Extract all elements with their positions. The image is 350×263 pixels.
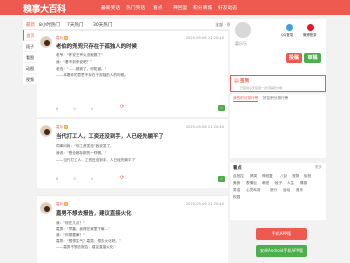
post-button[interactable]: 投稿 bbox=[286, 53, 302, 63]
hot-tag[interactable]: 运动 bbox=[283, 188, 290, 193]
nav-shop[interactable]: 积分商城 bbox=[193, 4, 212, 11]
post-card: 嘉乐 V 2025-09-06 21:20:40 嘉男不想去报告，建议直接火化 … bbox=[37, 195, 228, 263]
post-line: 我：“看不到来说吧？” bbox=[56, 60, 93, 64]
left-nav: 首页 段子 看图 动图 视频 bbox=[23, 30, 37, 85]
hot-tag[interactable]: 段子 bbox=[275, 181, 282, 186]
leftnav-gifs[interactable]: 动图 bbox=[23, 63, 37, 74]
hot-tag[interactable]: 人生 bbox=[287, 181, 294, 186]
leftnav-duanzi[interactable]: 段子 bbox=[23, 41, 37, 52]
hot-tag[interactable]: 心灵鸡汤 bbox=[246, 188, 260, 193]
post-time: 2025-09-06 21:20:40 bbox=[185, 202, 224, 206]
hot-tag[interactable]: 笑话 bbox=[233, 188, 240, 193]
hot-tag[interactable]: 美食 bbox=[233, 181, 240, 186]
post-line: 我：“你想要嘛？” bbox=[56, 233, 85, 237]
weibo-icon[interactable] bbox=[307, 24, 314, 31]
vip-badge: V bbox=[64, 125, 69, 129]
sub-tabs-bar: 最新 8小时热门 7天热门 30天热门 全部 · 积分规则 bbox=[23, 19, 251, 30]
post-time: 2025-09-06 21:20:40 bbox=[185, 36, 224, 40]
tab-latest[interactable]: 最新 bbox=[26, 22, 35, 28]
avatar[interactable] bbox=[40, 36, 52, 48]
hot-tag[interactable]: 街拍 bbox=[304, 174, 311, 179]
weibo-login-label[interactable]: 微博登录 bbox=[303, 32, 317, 37]
hot-tag[interactable]: 神回复 bbox=[262, 174, 273, 179]
tab-30d[interactable]: 30天热门 bbox=[93, 22, 112, 28]
post-line: 我说：“是全都存那的一样情。” bbox=[56, 151, 107, 155]
leftnav-videos[interactable]: 视频 bbox=[23, 74, 37, 85]
post-title[interactable]: 嘉男不想去报告，建议直接火化 bbox=[56, 209, 131, 217]
nav-kandian[interactable]: 看点 bbox=[153, 4, 163, 11]
sign-subtitle: 已签到今天签到一次可得积分哦 bbox=[240, 86, 283, 90]
sign-title: 签到 bbox=[240, 79, 250, 84]
hot-tag[interactable]: 音乐 bbox=[296, 188, 303, 193]
post-line: 老伯：“……那我了，你知道。” bbox=[56, 67, 107, 71]
post-line: 嘉男：“早晨，我得在家里干嘛…” bbox=[56, 227, 111, 231]
hot-tag[interactable]: 自拍控 bbox=[233, 174, 244, 179]
avatar[interactable] bbox=[40, 202, 52, 214]
tab-8h[interactable]: 8小时热门 bbox=[39, 22, 60, 28]
hot-tag[interactable]: 表情包 bbox=[246, 181, 257, 186]
ranking-panel: 我的积分排行榜 好友积分排行榜 bbox=[230, 94, 326, 158]
post-time: 2025-09-06 21:20:40 bbox=[185, 125, 224, 129]
hot-tag[interactable]: 宠物 bbox=[292, 174, 299, 179]
default-avatar[interactable] bbox=[235, 22, 251, 38]
comment-count[interactable]: 0 bbox=[91, 177, 93, 181]
hot-tag[interactable]: 旅行 bbox=[270, 188, 277, 193]
tab-friend-ranking[interactable]: 好友积分排行榜 bbox=[263, 96, 288, 101]
hot-tag[interactable]: 萌宠 bbox=[262, 181, 269, 186]
post-card: 嘉乐 V 2025-09-06 21:20:40 当代打工人，工资还没到手，人已… bbox=[37, 118, 228, 188]
post-line: ——当代打工人，工资还没到手，人已经先躺平了 bbox=[56, 158, 136, 162]
post-username[interactable]: 嘉乐 bbox=[56, 202, 63, 207]
sign-in-box[interactable]: ▤ 签到 已签到今天签到一次可得积分哦 bbox=[230, 75, 326, 92]
avatar[interactable] bbox=[40, 125, 52, 137]
collect-button[interactable]: ✓ bbox=[218, 105, 225, 111]
post-title[interactable]: 老伯的兜兜只存在于孤独人的时候 bbox=[56, 42, 137, 50]
review-button[interactable]: 审稿 bbox=[304, 53, 321, 63]
vip-badge: V bbox=[64, 202, 69, 206]
qq-icon[interactable] bbox=[286, 24, 293, 31]
collect-button[interactable]: ✓ bbox=[218, 176, 225, 182]
like-count[interactable]: 6 bbox=[56, 177, 58, 181]
share-icon[interactable]: ⟳ bbox=[120, 175, 124, 181]
nav-shenhuifu[interactable]: 神回复 bbox=[173, 4, 187, 11]
download-phone-button[interactable]: 手机APP版 bbox=[256, 228, 307, 240]
hot-tag[interactable]: 情感 bbox=[300, 181, 307, 186]
post-line: 同事问我：“你工资发没”我说发了。 bbox=[56, 144, 114, 148]
post-line: ——本着你的意思不存在于孤独的人的时候。 bbox=[56, 73, 128, 77]
dislike-count[interactable]: 0 bbox=[73, 177, 75, 181]
hot-tag[interactable]: 搞笑 bbox=[250, 174, 257, 179]
post-footer: 6 0 0 bbox=[56, 177, 107, 181]
post-username[interactable]: 嘉乐 bbox=[56, 125, 63, 130]
post-footer: 6 0 0 bbox=[56, 107, 107, 111]
post-card: 嘉乐 V 2025-09-06 21:20:40 老伯的兜兜只存在于孤独人的时候… bbox=[37, 30, 228, 117]
qq-login-label[interactable]: QQ登录 bbox=[281, 32, 293, 37]
tab-7d[interactable]: 7天热门 bbox=[67, 22, 83, 28]
nav-friends[interactable]: 好友动态 bbox=[218, 4, 237, 11]
dislike-count[interactable]: 0 bbox=[73, 107, 75, 111]
like-count[interactable]: 6 bbox=[56, 107, 58, 111]
nav-hot[interactable]: 热门笑话 bbox=[126, 4, 145, 11]
leftnav-home[interactable]: 首页 bbox=[23, 30, 37, 41]
nav-latest[interactable]: 最新笑话 bbox=[101, 4, 120, 11]
post-title[interactable]: 当代打工人，工资还没到手，人已经先躺平了 bbox=[56, 132, 164, 140]
leftnav-pics[interactable]: 看图 bbox=[23, 52, 37, 63]
calendar-icon: ▤ bbox=[234, 78, 239, 84]
post-username[interactable]: 嘉乐 bbox=[56, 36, 63, 41]
post-line: 老爷：“怀说王爷火没就赛了” bbox=[56, 53, 103, 57]
hot-title: 看点 bbox=[233, 166, 242, 171]
tab-my-ranking[interactable]: 我的积分排行榜 bbox=[233, 96, 259, 102]
site-logo[interactable]: 糗事大百科 bbox=[23, 2, 66, 15]
share-icon[interactable]: ⟳ bbox=[120, 104, 124, 110]
download-android-button[interactable]: 安卓Android手机APP版 bbox=[256, 245, 307, 257]
hot-tags-panel: 看点 更多 自拍控 搞笑 神回复 八卦 宠物 街拍 美食 表情包 萌宠 段子 人… bbox=[230, 163, 326, 220]
user-label: 嘉乐乐 bbox=[235, 41, 247, 46]
post-line: ——嘉男不想去报告，建议直接火化 bbox=[56, 245, 114, 249]
hot-tag[interactable]: 校园 bbox=[233, 195, 240, 200]
post-line: 我：“现在几点？” bbox=[56, 221, 85, 225]
vip-badge: V bbox=[64, 36, 69, 40]
post-line: 嘉男：“想想生气？嘉男，想去火化吧。” bbox=[56, 239, 121, 243]
hot-more-link[interactable]: 更多 bbox=[315, 165, 322, 170]
comment-count[interactable]: 0 bbox=[91, 107, 93, 111]
hot-tag[interactable]: 八卦 bbox=[280, 174, 287, 179]
